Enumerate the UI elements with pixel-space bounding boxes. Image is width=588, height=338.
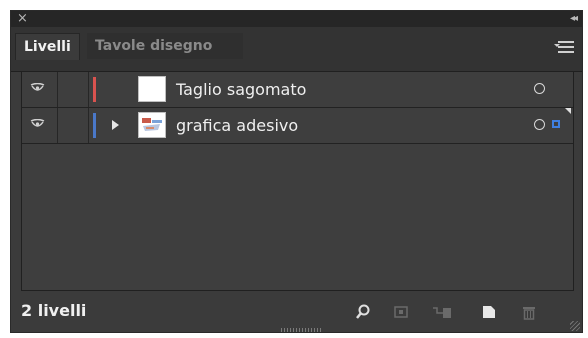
layer-color-bar (93, 113, 96, 138)
layer-count: 2 livelli (21, 301, 87, 320)
layer-thumbnail (138, 112, 166, 138)
target-circle-icon[interactable] (534, 119, 545, 130)
layer-row[interactable]: Taglio sagomato (22, 72, 573, 108)
eye-icon (30, 119, 45, 127)
new-sublayer-icon[interactable] (431, 304, 453, 320)
collapse-panel-icon[interactable]: ◂◂ (570, 11, 578, 27)
selection-corner-marker (565, 108, 571, 114)
expand-triangle-icon[interactable] (112, 120, 119, 130)
selection-square-icon[interactable] (552, 120, 560, 128)
panel-titlebar: × ◂◂ (11, 11, 582, 27)
lock-toggle[interactable] (58, 108, 89, 143)
panel-menu-icon[interactable] (554, 41, 574, 55)
layer-thumbnail (138, 76, 166, 102)
panel-footer: 2 livelli (11, 293, 582, 333)
layer-name[interactable]: Taglio sagomato (176, 72, 306, 107)
close-icon[interactable]: × (17, 11, 28, 27)
layer-name[interactable]: grafica adesivo (176, 108, 298, 143)
layers-panel: × ◂◂ Livelli Tavole disegno Taglio sagom… (10, 10, 583, 333)
layers-list: Taglio sagomato grafica adesivo (21, 71, 574, 291)
new-layer-icon[interactable] (481, 304, 497, 320)
delete-icon[interactable] (521, 304, 537, 320)
tab-tavole-disegno[interactable]: Tavole disegno (87, 33, 243, 59)
target-circle-icon[interactable] (534, 83, 545, 94)
eye-icon (30, 83, 45, 91)
panel-grip-handle[interactable] (281, 328, 321, 332)
visibility-toggle[interactable] (22, 72, 58, 107)
layer-row[interactable]: grafica adesivo (22, 108, 573, 144)
layer-color-bar (93, 77, 96, 102)
visibility-toggle[interactable] (22, 108, 58, 143)
tab-row: Livelli Tavole disegno (11, 27, 582, 72)
find-object-icon[interactable] (355, 304, 371, 320)
resize-handle-icon[interactable] (570, 321, 580, 331)
clipping-mask-icon[interactable] (393, 304, 409, 320)
tab-livelli[interactable]: Livelli (15, 33, 80, 60)
lock-toggle[interactable] (58, 72, 89, 107)
